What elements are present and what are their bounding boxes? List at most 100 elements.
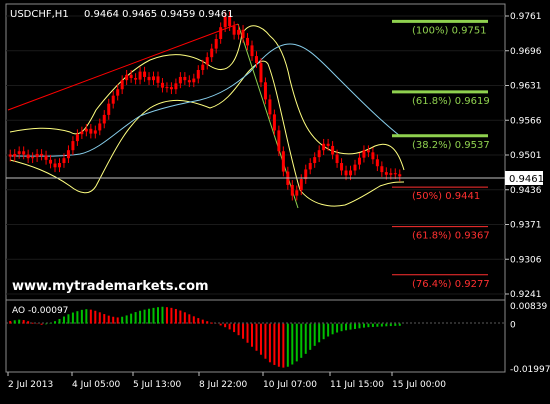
- candle-body: [331, 145, 335, 155]
- candle-body: [196, 69, 200, 79]
- candle-body: [134, 78, 138, 80]
- price-axis-label: 0.9436: [510, 186, 542, 196]
- candle-body: [344, 170, 348, 176]
- time-axis-label: 5 Jul 13:00: [133, 380, 182, 390]
- price-axis[interactable]: 0.9761 0.9696 0.9631 0.9566 0.9501 0.9436 0.93…: [505, 12, 542, 300]
- time-axis-label: 15 Jul 00:00: [392, 380, 446, 390]
- candle-body: [317, 150, 321, 158]
- candle-body: [308, 163, 312, 170]
- price-axis-label: 0.9566: [510, 116, 542, 126]
- candle-body: [326, 143, 330, 146]
- candle-body: [165, 87, 169, 89]
- candle-body: [66, 150, 70, 159]
- candle-body: [299, 179, 303, 191]
- candle-body: [268, 99, 272, 115]
- fib-level-label: (76.4%) 0.9277: [412, 279, 490, 290]
- fib-level-label: (100%) 0.9751: [412, 25, 487, 36]
- candle-body: [120, 80, 124, 90]
- time-axis-label: 4 Jul 05:00: [72, 380, 121, 390]
- candle-body: [89, 128, 93, 134]
- candle-body: [290, 184, 294, 196]
- fibonacci-levels[interactable]: (100%) 0.9751 (61.8%) 0.9619 (38.2%) 0.953…: [392, 19, 490, 290]
- candle-body: [111, 95, 115, 104]
- time-axis[interactable]: 2 Jul 2013 4 Jul 05:00 5 Jul 13:00 8 Jul 22…: [7, 372, 446, 390]
- candle-body: [357, 157, 361, 165]
- candle-body: [129, 74, 133, 79]
- time-axis-label: 2 Jul 2013: [8, 380, 53, 390]
- candle-body: [340, 163, 344, 171]
- candle-body: [313, 157, 317, 164]
- price-axis-label: 0.9371: [510, 221, 542, 231]
- moving-average-line: [9, 43, 401, 157]
- candle-body: [335, 154, 339, 164]
- watermark-text: www.mytrademarkets.com: [12, 279, 209, 294]
- candle-body: [178, 76, 182, 84]
- candle-body: [49, 159, 53, 164]
- candle-body: [232, 26, 236, 35]
- candle-body: [125, 74, 129, 81]
- candle-body: [263, 82, 267, 100]
- candle-body: [26, 154, 30, 159]
- candle-body: [205, 57, 209, 65]
- ao-label: AO -0.00097: [12, 306, 68, 316]
- symbol-label: USDCHF,H1: [10, 9, 69, 20]
- candle-body: [98, 123, 102, 131]
- candle-body: [93, 130, 97, 134]
- candle-body: [22, 151, 26, 155]
- candle-body: [102, 114, 106, 124]
- fib-level-label: (61.8%) 0.9367: [412, 231, 490, 242]
- candle-body: [201, 64, 205, 70]
- candle-body: [384, 172, 388, 175]
- candle-body: [393, 173, 397, 175]
- candle-body: [80, 131, 84, 135]
- candle-body: [241, 29, 245, 38]
- candle-body: [219, 27, 223, 39]
- candle-body: [107, 103, 111, 115]
- candle-body: [53, 163, 57, 168]
- candle-body: [362, 150, 366, 158]
- candle-body: [366, 150, 370, 153]
- time-axis-label: 10 Jul 07:00: [263, 380, 317, 390]
- candle-body: [254, 56, 258, 64]
- price-axis-label: 0.9306: [510, 255, 542, 265]
- candle-body: [8, 154, 12, 157]
- candle-body: [375, 159, 379, 167]
- candle-body: [183, 76, 187, 81]
- chart-svg[interactable]: 0.9761 0.9696 0.9631 0.9566 0.9501 0.9436 0.93…: [0, 0, 550, 400]
- candle-body: [398, 174, 402, 177]
- candle-body: [246, 37, 250, 46]
- main-chart-frame: [5, 3, 506, 301]
- candle-body: [35, 153, 39, 158]
- candle-body: [237, 29, 241, 35]
- candle-body: [138, 71, 142, 80]
- candle-body: [75, 134, 79, 142]
- candle-body: [371, 152, 375, 160]
- fib-level-label: (50%) 0.9441: [412, 191, 480, 202]
- candle-body: [57, 163, 61, 168]
- candle-body: [152, 76, 156, 81]
- candle-body: [31, 157, 35, 159]
- price-axis-label: 0.9631: [510, 82, 542, 92]
- ao-axis-label: -0.01997: [510, 365, 550, 375]
- current-price-label: 0.9461: [509, 174, 544, 185]
- candle-body: [192, 78, 196, 83]
- candle-body: [84, 128, 88, 132]
- candle-body: [147, 76, 151, 81]
- candle-body: [210, 48, 214, 58]
- candle-body: [389, 173, 393, 175]
- candle-body: [322, 143, 326, 151]
- candle-body: [380, 166, 384, 173]
- candle-body: [295, 190, 299, 196]
- chart-window[interactable]: 0.9761 0.9696 0.9631 0.9566 0.9501 0.9436 0.93…: [0, 0, 550, 400]
- candle-body: [62, 158, 66, 164]
- ao-axis: 0.00839 0 -0.01997: [510, 302, 550, 375]
- price-axis-label: 0.9696: [510, 47, 542, 57]
- candle-body: [156, 76, 160, 83]
- bollinger-lower-band: [9, 60, 405, 207]
- candle-body: [169, 87, 173, 90]
- ao-histogram: [9, 306, 401, 368]
- fib-level-label: (38.2%) 0.9537: [412, 140, 490, 151]
- candle-body: [160, 82, 164, 88]
- time-axis-label: 8 Jul 22:00: [199, 380, 248, 390]
- candle-body: [349, 170, 353, 176]
